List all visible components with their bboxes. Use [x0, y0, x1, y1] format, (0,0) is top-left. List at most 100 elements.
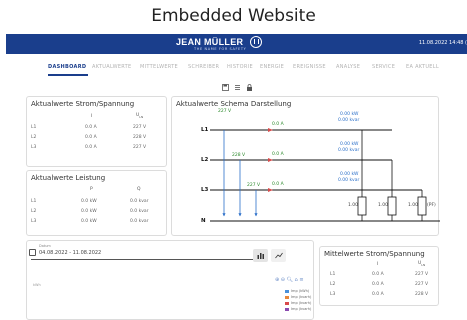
row-label: L3 [31, 219, 37, 224]
nav-aktualwerte[interactable]: AKTUALWERTE [92, 64, 132, 70]
l1-power-factor: 1.00 [348, 203, 359, 208]
phase-l1-label: L1 [201, 127, 209, 133]
nav-service[interactable]: SERVICE [372, 64, 395, 70]
reactive-power-value: 0.0 kvar [130, 209, 149, 214]
page-caption: Embedded Website [151, 6, 316, 26]
current-value: 0.0 A [372, 282, 384, 287]
col-voltage-header: ULN [136, 113, 144, 119]
zoom-out-icon[interactable]: ⊖ [281, 277, 285, 283]
brand-tagline: THE NAME FOR SAFETY [194, 47, 247, 51]
row-label: L1 [31, 199, 37, 204]
bar-chart-view-button[interactable] [253, 249, 268, 262]
voltage-value: 228 V [133, 135, 147, 140]
leistung-title: Aktualwerte Leistung [31, 174, 106, 182]
row-label: L3 [330, 292, 336, 297]
brand-logo-icon [250, 36, 262, 48]
mittelwerte-card: Mittelwerte Strom/Spannung I ULN L1 0.0 … [319, 246, 439, 306]
voltage-value: 228 V [415, 292, 429, 297]
nav-dashboard[interactable]: DASHBOARD [48, 64, 86, 70]
calendar-icon[interactable] [29, 249, 36, 256]
l2-voltage: 228 V [232, 153, 246, 158]
col-q-header: Q [137, 187, 141, 192]
phase-l3-label: L3 [201, 187, 209, 193]
nav-schreiber[interactable]: SCHREIBER [188, 64, 219, 70]
row-label: L2 [31, 209, 37, 214]
power-factor-label: (PF) [427, 203, 436, 208]
row-label: L1 [31, 125, 37, 130]
l3-power-factor: 1.00 [408, 203, 419, 208]
l2-reactive-power: 0.00 kvar [338, 148, 360, 153]
nav-analyse[interactable]: ANALYSE [336, 64, 360, 70]
nav-historie[interactable]: HISTORIE [227, 64, 253, 70]
active-power-value: 0.0 kW [81, 199, 97, 204]
schema-card: Aktualwerte Schema Darstellung L1 L2 L3 … [171, 96, 440, 236]
legend-swatch [285, 289, 289, 293]
l2-active-power: 0.00 kW [340, 142, 359, 147]
save-icon[interactable] [222, 84, 229, 93]
date-time: 11.08.2022 14:48 ( [418, 40, 467, 46]
magnify-icon[interactable]: 🔍︎ [287, 277, 293, 283]
col-p-header: P [90, 187, 93, 192]
legend-item[interactable]: Imp (kvarh) [285, 306, 311, 312]
current-value: 0.0 A [85, 145, 97, 150]
row-label: L1 [330, 272, 336, 277]
l1-active-power: 0.00 kW [340, 112, 359, 117]
l1-reactive-power: 0.00 kvar [338, 118, 360, 123]
l3-voltage: 227 V [247, 183, 261, 188]
brand-name: JEAN MÜLLER [176, 37, 244, 47]
l1-current: 0.0 A [272, 122, 284, 127]
col-voltage-header: ULN [418, 261, 426, 267]
nav-energie[interactable]: ENERGIE [260, 64, 284, 70]
phase-l2-label: L2 [201, 157, 209, 163]
strom-spannung-title: Aktualwerte Strom/Spannung [31, 100, 135, 108]
row-label: L2 [31, 135, 37, 140]
y-axis-label: kWh [33, 283, 41, 287]
l2-current: 0.0 A [272, 152, 284, 157]
legend-swatch [285, 301, 289, 305]
current-value: 0.0 A [372, 292, 384, 297]
l3-current: 0.0 A [272, 182, 284, 187]
menu-icon[interactable]: ≡ [299, 277, 303, 283]
col-current-header: I [377, 262, 379, 267]
chart-legend: Imp (kWh) Imp (kvarh) Imp (kvarh) Imp (k… [285, 288, 311, 312]
voltage-value: 227 V [415, 272, 429, 277]
line-chart-view-button[interactable] [271, 249, 286, 262]
legend-swatch [285, 307, 289, 311]
neutral-label: N [201, 218, 206, 224]
date-label: Datum [39, 244, 51, 248]
active-power-value: 0.0 kW [81, 209, 97, 214]
nav-ereignisse[interactable]: EREIGNISSE [293, 64, 326, 70]
top-bar: JEAN MÜLLER THE NAME FOR SAFETY 11.08.20… [6, 34, 467, 54]
home-icon[interactable]: ⌂ [295, 277, 298, 283]
current-value: 0.0 A [372, 272, 384, 277]
voltage-value: 227 V [133, 145, 147, 150]
main-nav: DASHBOARD AKTUALWERTE MITTELWERTE SCHREI… [6, 64, 467, 76]
leistung-card: Aktualwerte Leistung P Q L1 0.0 kW 0.0 k… [26, 170, 167, 236]
l3-reactive-power: 0.00 kvar [338, 178, 360, 183]
voltage-value: 227 V [133, 125, 147, 130]
strom-spannung-card: Aktualwerte Strom/Spannung I ULN L1 0.0 … [26, 96, 167, 167]
l3-active-power: 0.00 kW [340, 172, 359, 177]
row-label: L2 [330, 282, 336, 287]
nav-active-indicator [48, 74, 88, 76]
legend-swatch [285, 295, 289, 299]
reactive-power-value: 0.0 kvar [130, 219, 149, 224]
row-label: L3 [31, 145, 37, 150]
current-value: 0.0 A [85, 135, 97, 140]
history-panel: Datum 04.08.2022 - 11.08.2022 kWh ⊕ ⊖ 🔍︎… [26, 240, 314, 320]
nav-ea-aktuell[interactable]: EA AKTUELL [406, 64, 439, 70]
voltage-value: 227 V [415, 282, 429, 287]
l1-voltage: 227 V [218, 109, 232, 114]
mittelwerte-title: Mittelwerte Strom/Spannung [324, 250, 425, 258]
nav-mittelwerte[interactable]: MITTELWERTE [140, 64, 178, 70]
current-value: 0.0 A [85, 125, 97, 130]
active-power-value: 0.0 kW [81, 219, 97, 224]
date-input-underline [31, 259, 267, 260]
col-current-header: I [91, 114, 93, 119]
schema-diagram [210, 128, 440, 222]
zoom-in-icon[interactable]: ⊕ [275, 277, 279, 283]
date-range-input[interactable]: 04.08.2022 - 11.08.2022 [39, 250, 101, 256]
list-icon[interactable] [234, 84, 241, 93]
lock-icon[interactable] [246, 84, 253, 93]
chart-tools: ⊕ ⊖ 🔍︎ ⌂ ≡ [275, 277, 304, 283]
